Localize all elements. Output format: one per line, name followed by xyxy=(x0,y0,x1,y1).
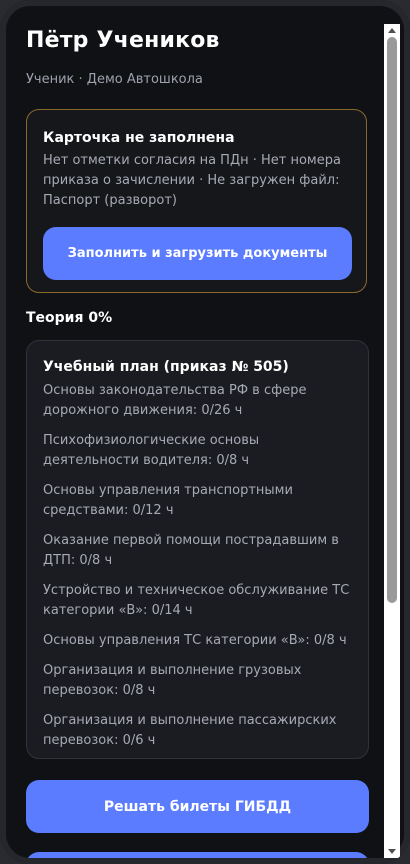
fill-documents-button[interactable]: Заполнить и загрузить документы xyxy=(43,227,352,280)
scroll-up-arrow-icon[interactable] xyxy=(388,28,396,33)
theory-progress-label: Теория 0% xyxy=(26,310,113,326)
vertical-scrollbar[interactable] xyxy=(384,24,400,858)
study-plan-item: Основы законодательства РФ в сфере дорож… xyxy=(43,383,307,418)
page-title: Пётр Учеников xyxy=(26,28,220,53)
study-plan-card: Учебный план (приказ № 505) Основы закон… xyxy=(26,340,369,759)
scrollbar-thumb[interactable] xyxy=(387,37,397,603)
study-plan-item: Организация и выполнение пассажирских пе… xyxy=(43,713,337,748)
solve-tickets-button[interactable]: Решать билеты ГИБДД xyxy=(26,780,369,833)
scroll-area[interactable]: Пётр Учеников Ученик · Демо Автошкола Ка… xyxy=(6,6,384,858)
study-plan-item: Оказание первой помощи пострадавшим в ДТ… xyxy=(43,533,339,568)
study-plan-item: Организация и выполнение грузовых перево… xyxy=(43,663,302,698)
study-plan-item: Психофизиологические основы деятельности… xyxy=(43,433,260,468)
alert-title: Карточка не заполнена xyxy=(43,130,235,146)
scroll-down-arrow-icon[interactable] xyxy=(388,849,396,854)
study-plan-title: Учебный план (приказ № 505) xyxy=(43,359,289,375)
phone-frame: Пётр Учеников Ученик · Демо Автошкола Ка… xyxy=(0,0,410,864)
study-plan-item: Основы управления ТС категории «B»: 0/8 … xyxy=(43,633,347,648)
next-action-button[interactable] xyxy=(26,852,369,858)
incomplete-card-alert: Карточка не заполнена Нет отметки соглас… xyxy=(26,109,367,293)
study-plan-list: Основы законодательства РФ в сфере дорож… xyxy=(43,381,355,761)
study-plan-item: Основы управления транспортными средства… xyxy=(43,483,293,518)
alert-text: Нет отметки согласия на ПДн · Нет номера… xyxy=(43,153,341,208)
profile-subtitle: Ученик · Демо Автошкола xyxy=(26,72,203,87)
study-plan-item: Устройство и техническое обслуживание ТС… xyxy=(43,583,350,618)
